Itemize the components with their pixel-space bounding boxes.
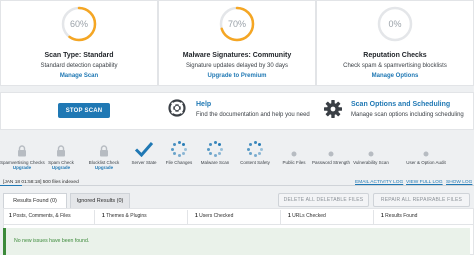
reputation-checks-title: Reputation Checks bbox=[363, 52, 427, 59]
stat-value-inline: 1 bbox=[9, 213, 12, 219]
spinner-icon bbox=[171, 141, 187, 157]
pending-dot-icon bbox=[328, 151, 334, 157]
pending-dot-icon bbox=[368, 151, 374, 157]
stat-label: 1 Results Found bbox=[381, 213, 417, 219]
signatures-percent: 70% bbox=[227, 19, 246, 29]
manage-scan-link[interactable]: Manage Scan bbox=[1, 73, 157, 79]
stage-user-option-audit: User & Option Audit bbox=[404, 137, 448, 165]
stats-divider bbox=[3, 224, 474, 225]
help-title[interactable]: Help bbox=[196, 101, 211, 108]
stage-label: Content Safety bbox=[240, 160, 270, 165]
stage-label: Vulnerability Scan bbox=[353, 160, 389, 165]
scan-percent: 60% bbox=[69, 19, 88, 29]
scan-progress-ring: 60% bbox=[60, 5, 98, 43]
stat-separator bbox=[187, 210, 188, 224]
stop-scan-button[interactable]: STOP SCAN bbox=[58, 103, 110, 118]
stage-spam-check: Spam Check Upgrade bbox=[39, 137, 83, 170]
lock-icon bbox=[57, 145, 65, 157]
reputation-checks-card: 0% Reputation Checks Check spam & spamve… bbox=[316, 0, 474, 86]
malware-signatures-card: 70% Malware Signatures: Community Signat… bbox=[158, 0, 316, 86]
stage-upgrade-link[interactable]: Upgrade bbox=[82, 165, 126, 170]
spinner-icon bbox=[207, 141, 223, 157]
stat-label-text: Posts, Comments, & Files bbox=[13, 213, 71, 219]
stage-content-safety: Content Safety bbox=[233, 137, 277, 165]
scan-log-line: [JAN 18 01:58:18] 500 files indexed bbox=[3, 180, 79, 185]
stat-value-inline: 1 bbox=[102, 213, 105, 219]
scan-type-subtitle: Standard detection capability bbox=[40, 63, 118, 69]
stat-label: 1 URLs Checked bbox=[288, 213, 326, 219]
stat-value-inline: 1 bbox=[381, 213, 384, 219]
scan-type-card: 60% Scan Type: Standard Standard detecti… bbox=[0, 0, 158, 86]
scan-options-text: Manage scan options including scheduling bbox=[351, 112, 464, 118]
stage-blocklist-check: Blocklist Check Upgrade bbox=[82, 137, 126, 170]
help-text: Find the documentation and help you need bbox=[196, 112, 310, 118]
stage-password-strength: Password Strength bbox=[309, 137, 353, 165]
log-accent bbox=[0, 185, 22, 186]
email-activity-log-link[interactable]: EMAIL ACTIVITY LOG bbox=[355, 180, 403, 185]
scan-type-title: Scan Type: Standard bbox=[44, 52, 114, 59]
stat-label: 1 Users Checked bbox=[195, 213, 233, 219]
scan-options-title[interactable]: Scan Options and Scheduling bbox=[351, 101, 450, 108]
stage-upgrade-link[interactable]: Upgrade bbox=[0, 165, 44, 170]
reputation-progress-ring: 0% bbox=[376, 5, 414, 43]
repair-all-files-button[interactable]: REPAIR ALL REPAIRABLE FILES bbox=[373, 193, 470, 207]
view-full-log-link[interactable]: VIEW FULL LOG bbox=[406, 180, 443, 185]
stat-label-text: Themes & Plugins bbox=[106, 213, 147, 219]
tab-results-found[interactable]: Results Found (0) bbox=[3, 193, 67, 208]
stat-separator bbox=[280, 210, 281, 224]
stage-label: Password Strength bbox=[311, 160, 351, 165]
stage-label: Malware Scan bbox=[200, 160, 230, 165]
stat-value-inline: 1 bbox=[195, 213, 198, 219]
stage-spamvertising-checks: Spamvertising Checks Upgrade bbox=[0, 137, 45, 170]
stat-label: 1 Themes & Plugins bbox=[102, 213, 147, 219]
help-icon bbox=[168, 99, 186, 117]
stat-label: 1 Posts, Comments, & Files bbox=[9, 213, 71, 219]
tab-ignored-results[interactable]: Ignored Results (0) bbox=[70, 193, 130, 208]
stage-upgrade-link[interactable]: Upgrade bbox=[39, 165, 83, 170]
stat-separator bbox=[373, 210, 374, 224]
stat-label-text: Users Checked bbox=[199, 213, 234, 219]
lock-icon bbox=[18, 145, 26, 157]
delete-all-files-button[interactable]: DELETE ALL DELETABLE FILES bbox=[278, 193, 369, 207]
stat-label-text: Results Found bbox=[385, 213, 418, 219]
log-divider bbox=[0, 185, 474, 186]
malware-signatures-title: Malware Signatures: Community bbox=[182, 52, 292, 59]
spinner-icon bbox=[247, 141, 263, 157]
reputation-checks-subtitle: Check spam & spamvertising blocklists bbox=[343, 63, 447, 69]
no-issues-message: No new issues have been found. bbox=[14, 238, 90, 244]
reputation-percent: 0% bbox=[388, 19, 402, 29]
stage-label: User & Option Audit bbox=[406, 160, 446, 165]
stat-label-text: URLs Checked bbox=[292, 213, 326, 219]
stage-vulnerability-scan: Vulnerability Scan bbox=[349, 137, 393, 165]
stat-separator bbox=[94, 210, 95, 224]
pending-dot-icon bbox=[423, 151, 429, 157]
signatures-progress-ring: 70% bbox=[218, 5, 256, 43]
malware-signatures-subtitle: Signature updates delayed by 30 days bbox=[185, 63, 289, 69]
gear-icon bbox=[323, 99, 343, 119]
manage-options-link[interactable]: Manage Options bbox=[317, 73, 473, 79]
pending-dot-icon bbox=[291, 151, 297, 157]
lock-icon bbox=[100, 145, 108, 157]
show-log-link[interactable]: SHOW LOG bbox=[446, 180, 472, 185]
stage-malware-scan: Malware Scan bbox=[193, 137, 237, 165]
stat-value-inline: 1 bbox=[288, 213, 291, 219]
checkmark-icon bbox=[134, 142, 154, 157]
upgrade-premium-link[interactable]: Upgrade to Premium bbox=[159, 73, 315, 79]
